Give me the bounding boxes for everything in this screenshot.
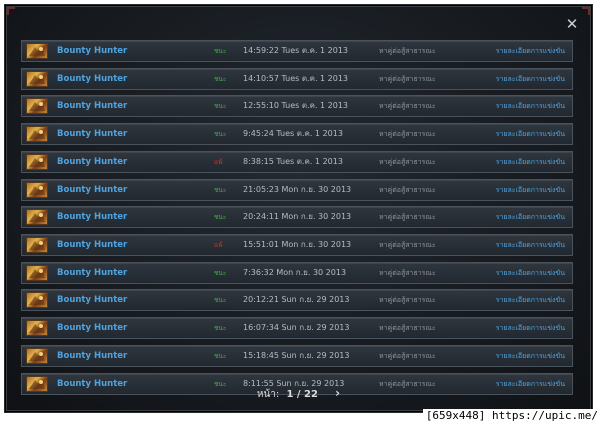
match-details-link[interactable]: รายละเอียดการแข่งขัน <box>496 180 565 200</box>
image-watermark: [659x448] https://upic.me/ <box>422 409 600 423</box>
panel-corner-ornament <box>582 7 590 15</box>
match-details-link[interactable]: รายละเอียดการแข่งขัน <box>496 124 565 144</box>
hero-name-link[interactable]: Bounty Hunter <box>57 96 127 116</box>
game-mode-label: หาคู่ต่อสู้สาธารณะ <box>379 213 436 222</box>
hero-name-link[interactable]: Bounty Hunter <box>57 124 127 144</box>
match-timestamp: 14:10:57 Tues ต.ค. 1 2013 <box>243 73 349 83</box>
hero-name-link[interactable]: Bounty Hunter <box>57 180 127 200</box>
match-details-link[interactable]: รายละเอียดการแข่งขัน <box>496 235 565 255</box>
match-details-link[interactable]: รายละเอียดการแข่งขัน <box>496 69 565 89</box>
match-result-badge: ชนะ <box>214 130 227 139</box>
match-result-badge: ชนะ <box>214 185 227 194</box>
match-row[interactable]: Bounty Hunter ชนะ 9:45:24 Tues ต.ค. 1 20… <box>21 123 573 146</box>
hero-name-link[interactable]: Bounty Hunter <box>57 152 127 172</box>
hero-avatar-icon <box>26 126 48 143</box>
hero-avatar-icon <box>26 264 48 281</box>
match-result-badge: ชนะ <box>214 296 227 305</box>
hero-avatar-icon <box>26 320 48 337</box>
match-timestamp: 9:45:24 Tues ต.ค. 1 2013 <box>243 129 343 139</box>
game-mode-label: หาคู่ต่อสู้สาธารณะ <box>379 268 436 277</box>
match-result-badge: ชนะ <box>214 213 227 222</box>
match-timestamp: 21:05:23 Mon ก.ย. 30 2013 <box>243 184 352 194</box>
match-row[interactable]: Bounty Hunter ชนะ 14:59:22 Tues ต.ค. 1 2… <box>21 40 573 62</box>
hero-avatar-icon <box>26 181 48 198</box>
match-timestamp: 15:18:45 Sun ก.ย. 29 2013 <box>243 350 350 360</box>
close-icon[interactable]: ✕ <box>565 17 579 32</box>
match-details-link[interactable]: รายละเอียดการแข่งขัน <box>496 152 565 172</box>
match-timestamp: 15:51:01 Mon ก.ย. 30 2013 <box>243 240 352 250</box>
match-details-link[interactable]: รายละเอียดการแข่งขัน <box>496 207 565 227</box>
match-timestamp: 8:38:15 Tues ต.ค. 1 2013 <box>243 156 343 166</box>
match-timestamp: 14:59:22 Tues ต.ค. 1 2013 <box>243 46 349 55</box>
match-timestamp: 12:55:10 Tues ต.ค. 1 2013 <box>243 101 349 111</box>
game-mode-label: หาคู่ต่อสู้สาธารณะ <box>379 157 436 166</box>
hero-name-link[interactable]: Bounty Hunter <box>57 346 127 366</box>
match-row[interactable]: Bounty Hunter ชนะ 15:18:45 Sun ก.ย. 29 2… <box>21 344 573 367</box>
panel-corner-ornament <box>7 7 15 15</box>
match-row[interactable]: Bounty Hunter ชนะ 12:55:10 Tues ต.ค. 1 2… <box>21 95 573 118</box>
match-row[interactable]: Bounty Hunter แพ้ 8:38:15 Tues ต.ค. 1 20… <box>21 150 573 173</box>
hero-name-link[interactable]: Bounty Hunter <box>57 318 127 338</box>
next-page-chevron-icon[interactable]: › <box>335 385 340 401</box>
match-row[interactable]: Bounty Hunter ชนะ 21:05:23 Mon ก.ย. 30 2… <box>21 178 573 201</box>
match-timestamp: 20:12:21 Sun ก.ย. 29 2013 <box>243 295 350 305</box>
match-row[interactable]: Bounty Hunter ชนะ 20:12:21 Sun ก.ย. 29 2… <box>21 289 573 312</box>
match-result-badge: ชนะ <box>214 324 227 333</box>
hero-name-link[interactable]: Bounty Hunter <box>57 235 127 255</box>
match-row[interactable]: Bounty Hunter ชนะ 20:24:11 Mon ก.ย. 30 2… <box>21 206 573 229</box>
match-details-link[interactable]: รายละเอียดการแข่งขัน <box>496 318 565 338</box>
game-mode-label: หาคู่ต่อสู้สาธารณะ <box>379 130 436 139</box>
match-timestamp: 7:36:32 Mon ก.ย. 30 2013 <box>243 267 347 277</box>
match-result-badge: ชนะ <box>214 47 227 55</box>
game-mode-label: หาคู่ต่อสู้สาธารณะ <box>379 47 436 55</box>
hero-avatar-icon <box>26 153 48 170</box>
match-result-badge: แพ้ <box>214 157 223 166</box>
match-details-link[interactable]: รายละเอียดการแข่งขัน <box>496 346 565 366</box>
hero-avatar-icon <box>26 43 48 59</box>
match-row[interactable]: Bounty Hunter ชนะ 14:10:57 Tues ต.ค. 1 2… <box>21 67 573 90</box>
hero-name-link[interactable]: Bounty Hunter <box>57 41 127 61</box>
match-row[interactable]: Bounty Hunter แพ้ 15:51:01 Mon ก.ย. 30 2… <box>21 234 573 257</box>
match-result-badge: ชนะ <box>214 74 227 83</box>
hero-avatar-icon <box>26 292 48 309</box>
hero-name-link[interactable]: Bounty Hunter <box>57 263 127 283</box>
match-result-badge: ชนะ <box>214 351 227 360</box>
hero-avatar-icon <box>26 98 48 115</box>
match-history-window: ✕ Bounty Hunter ชนะ 14:59:22 Tues ต.ค. 1… <box>4 4 593 413</box>
hero-avatar-icon <box>26 237 48 254</box>
match-details-link[interactable]: รายละเอียดการแข่งขัน <box>496 41 565 61</box>
match-details-link[interactable]: รายละเอียดการแข่งขัน <box>496 96 565 116</box>
hero-name-link[interactable]: Bounty Hunter <box>57 69 127 89</box>
game-mode-label: หาคู่ต่อสู้สาธารณะ <box>379 74 436 83</box>
game-mode-label: หาคู่ต่อสู้สาธารณะ <box>379 351 436 360</box>
page-label: หน้า: <box>256 389 280 400</box>
match-result-badge: แพ้ <box>214 241 223 250</box>
game-mode-label: หาคู่ต่อสู้สาธารณะ <box>379 296 436 305</box>
match-row[interactable]: Bounty Hunter ชนะ 16:07:34 Sun ก.ย. 29 2… <box>21 317 573 340</box>
game-mode-label: หาคู่ต่อสู้สาธารณะ <box>379 241 436 250</box>
match-timestamp: 20:24:11 Mon ก.ย. 30 2013 <box>243 212 352 222</box>
pagination: หน้า: 1 / 22 › <box>7 385 590 403</box>
match-result-badge: ชนะ <box>214 268 227 277</box>
hero-name-link[interactable]: Bounty Hunter <box>57 207 127 227</box>
match-result-badge: ชนะ <box>214 102 227 111</box>
game-mode-label: หาคู่ต่อสู้สาธารณะ <box>379 185 436 194</box>
game-mode-label: หาคู่ต่อสู้สาธารณะ <box>379 102 436 111</box>
match-details-link[interactable]: รายละเอียดการแข่งขัน <box>496 290 565 310</box>
match-list: Bounty Hunter ชนะ 14:59:22 Tues ต.ค. 1 2… <box>21 40 573 400</box>
hero-name-link[interactable]: Bounty Hunter <box>57 290 127 310</box>
match-history-panel: ✕ Bounty Hunter ชนะ 14:59:22 Tues ต.ค. 1… <box>6 6 591 411</box>
hero-avatar-icon <box>26 347 48 364</box>
game-mode-label: หาคู่ต่อสู้สาธารณะ <box>379 324 436 333</box>
hero-avatar-icon <box>26 209 48 226</box>
match-row[interactable]: Bounty Hunter ชนะ 7:36:32 Mon ก.ย. 30 20… <box>21 261 573 284</box>
page-indicator: 1 / 22 <box>286 389 318 400</box>
hero-avatar-icon <box>26 70 48 87</box>
match-timestamp: 16:07:34 Sun ก.ย. 29 2013 <box>243 323 350 333</box>
match-details-link[interactable]: รายละเอียดการแข่งขัน <box>496 263 565 283</box>
